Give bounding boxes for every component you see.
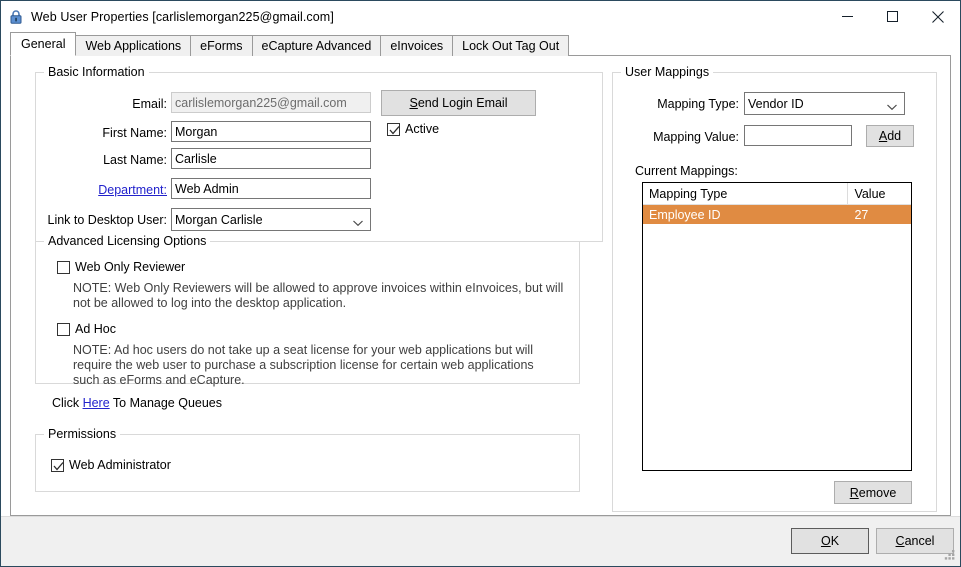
manage-queues-prefix: Click [52,396,83,410]
mapping-value-label: Mapping Value: [653,130,739,144]
active-checkbox[interactable]: Active [387,122,439,136]
department-link[interactable]: Department: [51,183,167,197]
ad-hoc-label: Ad Hoc [75,322,116,336]
dialog-window: Web User Properties [carlislemorgan225@g… [0,0,961,567]
ad-hoc-checkbox[interactable]: Ad Hoc [57,322,116,336]
department-field[interactable]: Web Admin [171,178,371,199]
last-name-label: Last Name: [103,153,167,167]
mapping-type-select[interactable]: Vendor ID [744,92,905,115]
ok-accel: O [820,534,831,548]
tab-general[interactable]: General [10,32,77,56]
tab-strip: General Web Applications eForms eCapture… [1,32,960,56]
link-to-desktop-user-label: Link to Desktop User: [47,213,168,227]
cancel-label: ancel [904,534,935,548]
manage-queues-suffix: To Manage Queues [109,396,223,410]
mapping-type-label: Mapping Type: [657,97,739,111]
tab-lock-out-tag-out[interactable]: Lock Out Tag Out [452,35,570,56]
mapping-type-value: Vendor ID [748,96,804,111]
user-mappings-title: User Mappings [621,65,714,79]
tab-einvoices[interactable]: eInvoices [380,35,454,56]
maximize-icon[interactable] [870,1,915,32]
window-title: Web User Properties [carlislemorgan225@g… [31,9,334,24]
column-header-value[interactable]: Value [848,183,911,204]
remove-mapping-button[interactable]: Remove [834,481,912,504]
close-icon[interactable] [915,1,960,32]
cell-mapping-type: Employee ID [649,207,721,222]
remove-label: emove [858,485,897,500]
tab-web-applications[interactable]: Web Applications [75,35,192,56]
active-checkbox-box [387,122,400,136]
add-accel: A [878,129,888,143]
tab-ecapture-advanced[interactable]: eCapture Advanced [251,35,382,56]
table-row[interactable]: Employee ID 27 [643,205,911,224]
active-label: Active [405,122,440,136]
web-administrator-label: Web Administrator [69,458,171,472]
basic-information-title: Basic Information [44,65,149,79]
remove-accel: R [849,485,859,500]
list-header-row: Mapping Type Value [643,183,911,205]
manage-queues-link[interactable]: Here [83,396,110,410]
send-login-email-button[interactable]: Send Login Email [381,90,536,116]
add-label: dd [887,129,902,143]
web-only-reviewer-checkbox[interactable]: Web Only Reviewer [57,260,185,274]
web-administrator-checkbox[interactable]: Web Administrator [51,458,171,472]
lock-icon [8,9,24,25]
send-login-email-label: end Login Email [417,96,508,110]
permissions-title: Permissions [44,427,121,441]
web-only-reviewer-label: Web Only Reviewer [75,260,186,274]
tab-panel-general: Basic Information Email: carlislemorgan2… [10,56,951,516]
ok-label: K [830,534,840,548]
send-login-email-accel: S [409,96,418,110]
current-mappings-label: Current Mappings: [635,164,738,178]
web-administrator-checkbox-box [51,458,64,472]
cancel-accel: C [895,534,905,548]
mapping-value-field[interactable] [744,125,852,146]
web-only-reviewer-checkbox-box [57,260,70,274]
email-label: Email: [132,97,167,111]
manage-queues-line: Click Here To Manage Queues [52,396,222,410]
resize-grip[interactable] [943,547,957,564]
add-mapping-button[interactable]: Add [866,125,914,147]
first-name-label: First Name: [102,126,167,140]
window-controls [825,1,960,32]
ad-hoc-note: NOTE: Ad hoc users do not take up a seat… [73,343,534,387]
chevron-down-icon [886,100,898,110]
dialog-footer: OK Cancel [1,516,960,566]
ad-hoc-checkbox-box [57,322,70,336]
link-to-desktop-user-value: Morgan Carlisle [175,212,263,227]
column-header-mapping-type[interactable]: Mapping Type [643,183,849,204]
tab-eforms[interactable]: eForms [190,35,253,56]
link-to-desktop-user-select[interactable]: Morgan Carlisle [171,208,371,231]
current-mappings-list[interactable]: Mapping Type Value Employee ID 27 [642,182,912,471]
minimize-icon[interactable] [825,1,870,32]
ok-button[interactable]: OK [791,528,869,554]
last-name-field[interactable]: Carlisle [171,148,371,169]
title-bar: Web User Properties [carlislemorgan225@g… [1,1,960,32]
cell-value: 27 [854,207,869,222]
advanced-licensing-title: Advanced Licensing Options [44,234,211,248]
email-field: carlislemorgan225@gmail.com [171,92,371,113]
chevron-down-icon [352,216,364,226]
first-name-field[interactable]: Morgan [171,121,371,142]
web-only-reviewer-note: NOTE: Web Only Reviewers will be allowed… [73,281,564,310]
